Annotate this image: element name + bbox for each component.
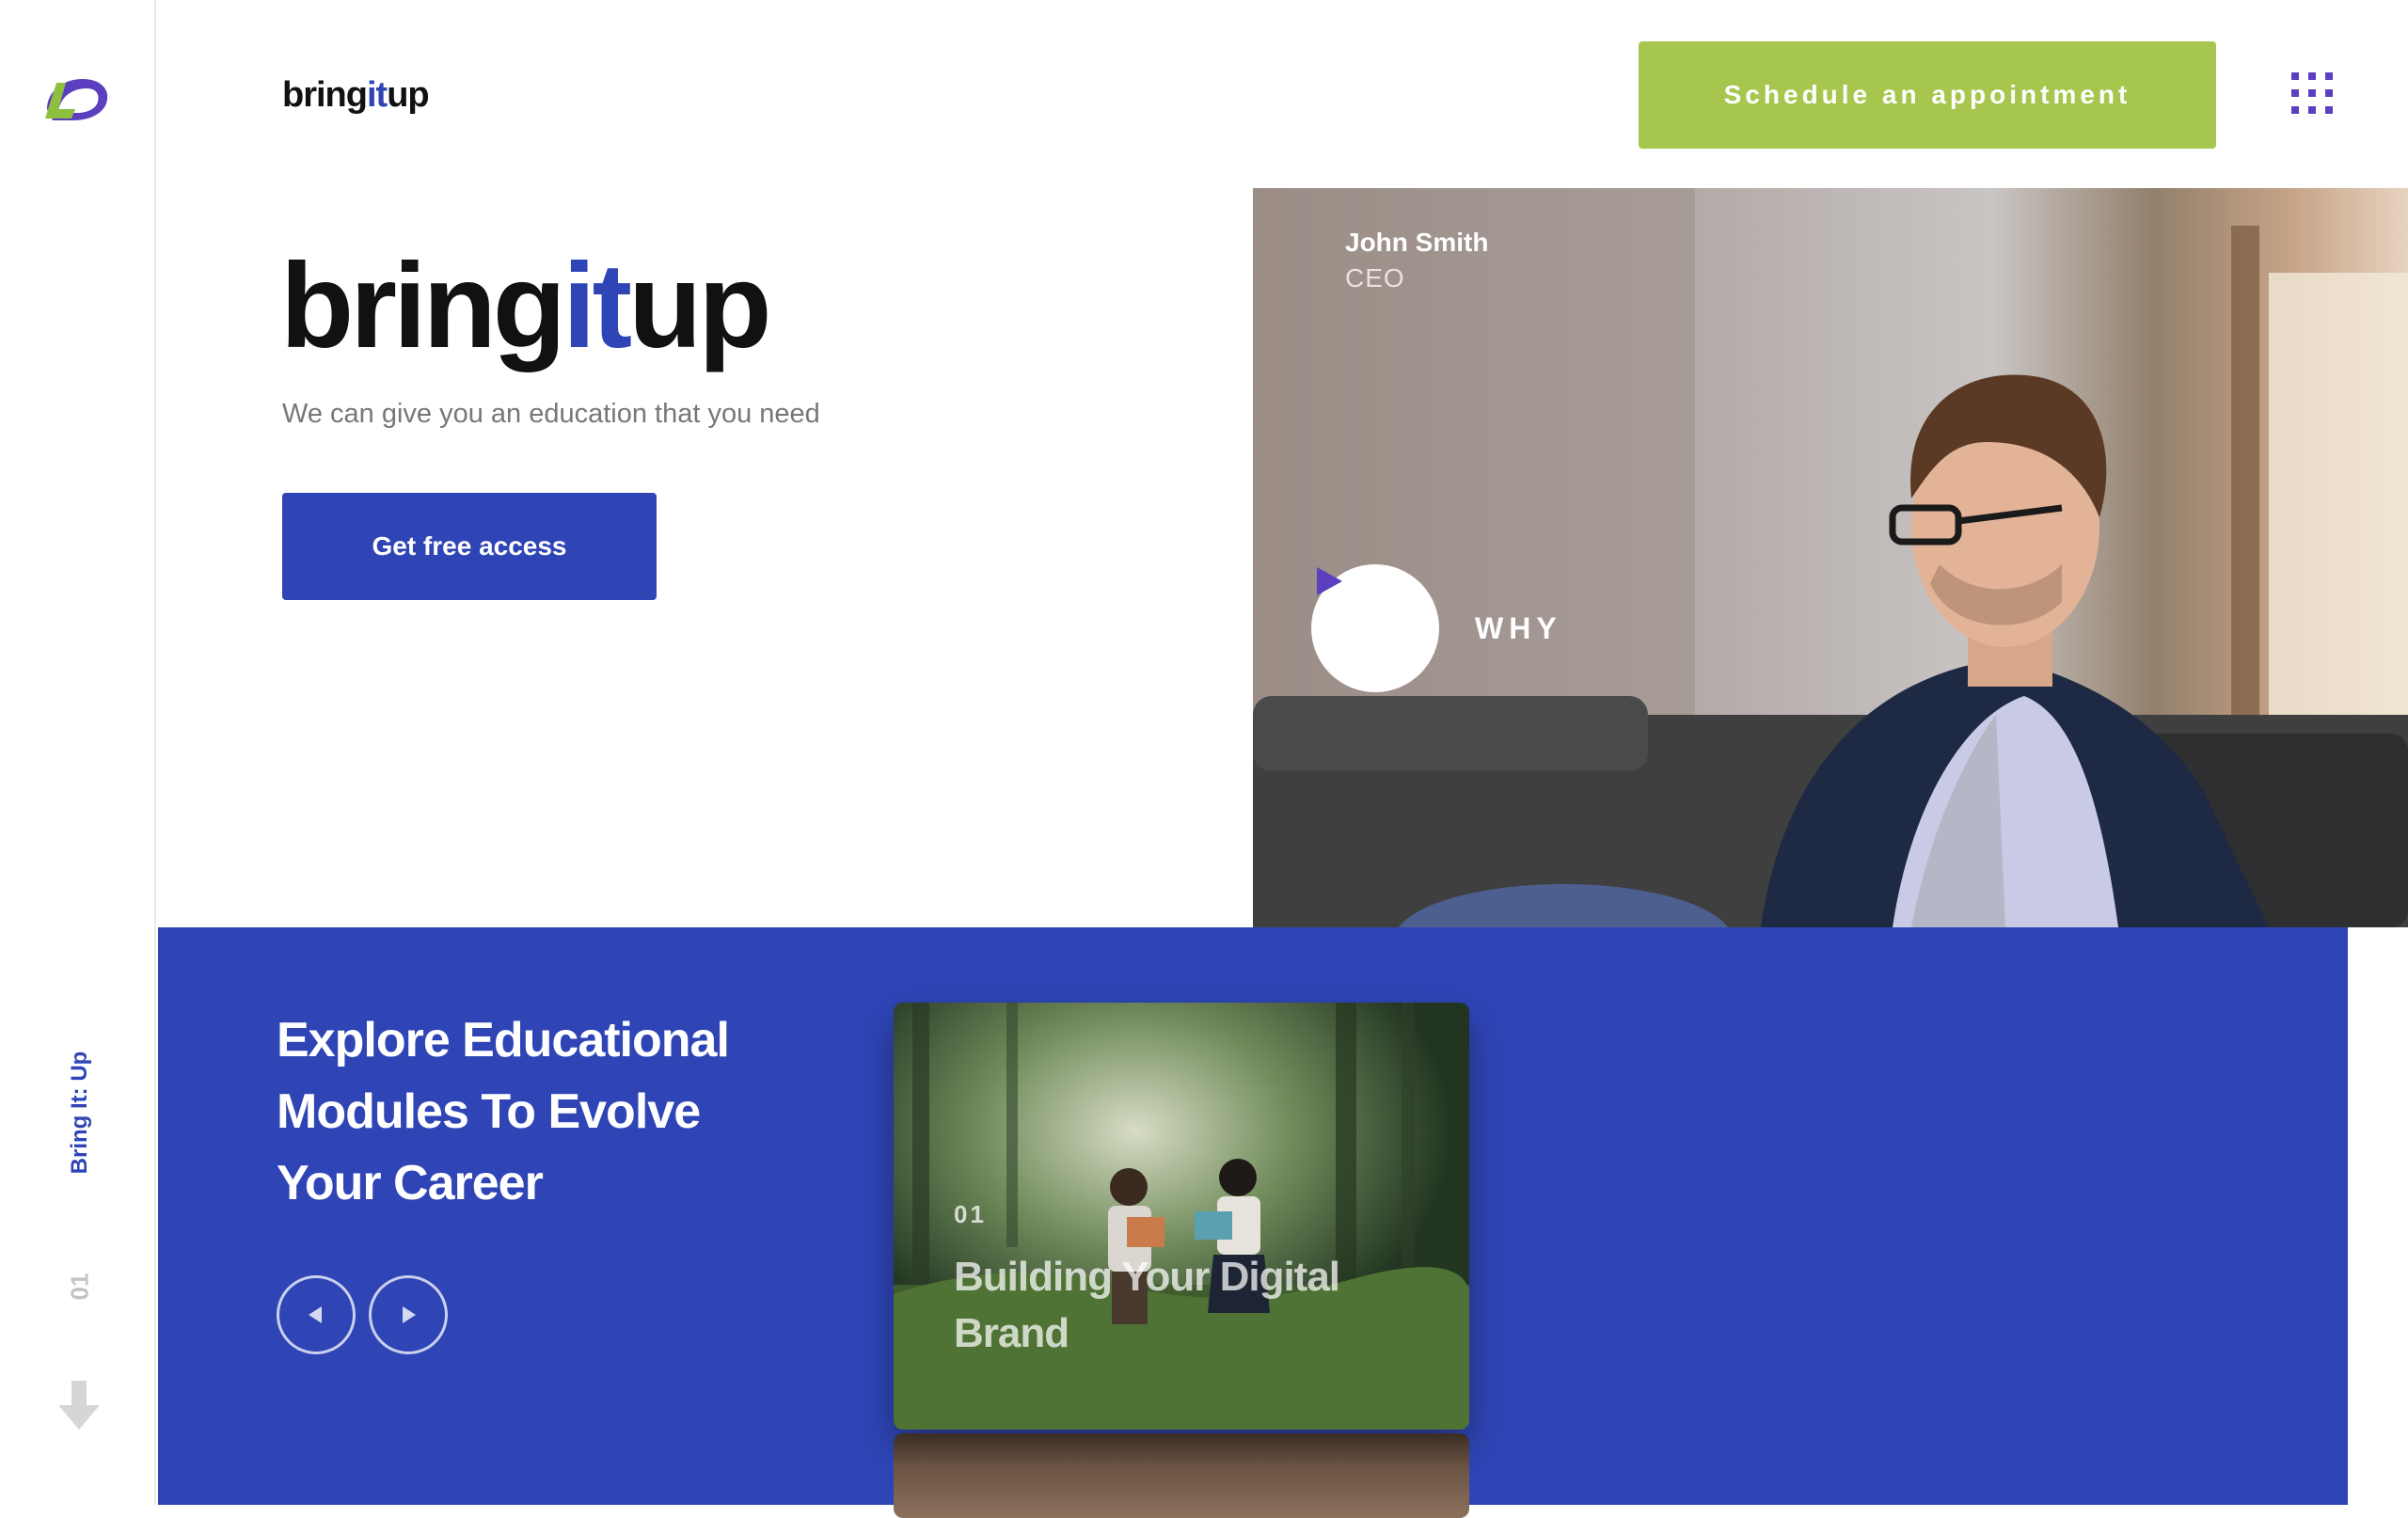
play-label[interactable]: WHY [1475,611,1562,646]
next-slide-button[interactable] [369,1275,448,1354]
arrow-right-icon [403,1306,416,1323]
left-rail: Bring It: Up 01 [0,0,156,1505]
play-icon [1317,567,1342,595]
hero-brand-title: bringitup [280,246,772,367]
header-brand-logo[interactable]: bringitup [282,75,430,116]
module-card-next-preview[interactable] [894,1433,1469,1518]
modules-title-line-1: Explore Educational [277,1013,730,1067]
hero-brand-accent: it [562,239,632,373]
hero-tagline: We can give you an education that you ne… [282,399,820,429]
grid-menu-icon[interactable] [2291,71,2333,115]
module-card-title: Building Your Digital Brand [954,1254,1340,1356]
module-card[interactable]: 01 Building Your Digital Brand [894,1003,1469,1430]
play-video-button[interactable] [1311,564,1439,692]
brand-suffix: up [387,75,429,115]
arrow-down-icon[interactable] [58,1381,100,1430]
modules-title-line-2: Modules To Evolve [277,1084,701,1139]
slide-number: 01 [65,1273,94,1301]
prev-slide-button[interactable] [277,1275,356,1354]
modules-section: Explore Educational Modules To Evolve Yo… [158,927,2348,1518]
hero-brand-prefix: bring [280,239,566,373]
hero-photo [1253,188,2408,927]
hero-video-panel[interactable]: John Smith CEO WHY [1253,188,2408,927]
person-role: CEO [1345,263,1405,293]
modules-title: Explore Educational Modules To Evolve Yo… [277,1004,860,1219]
bringitup-logo-icon[interactable] [43,71,111,124]
person-name: John Smith [1345,228,1489,257]
brand-accent: it [366,75,388,115]
module-card-number: 01 [954,1200,987,1228]
brand-prefix: bring [282,75,368,115]
sidebar-section-label: Bring It: Up [67,1051,92,1175]
arrow-left-icon [309,1306,322,1323]
modules-title-line-3: Your Career [277,1156,544,1210]
schedule-appointment-button[interactable]: Schedule an appointment [1639,41,2216,149]
hero-brand-suffix: up [628,239,771,373]
get-free-access-button[interactable]: Get free access [282,493,657,600]
